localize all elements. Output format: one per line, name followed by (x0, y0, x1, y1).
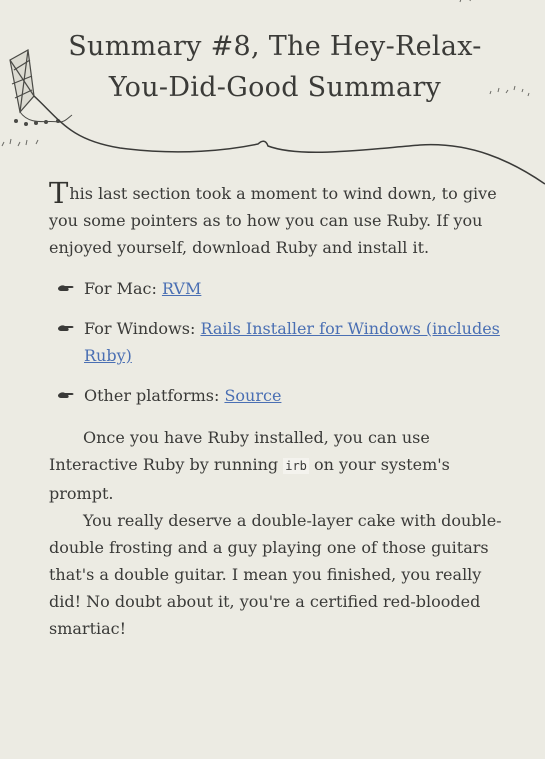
source-link[interactable]: Source (224, 386, 281, 405)
page: Summary #8, The Hey-Relax- You-Did-Good … (0, 0, 545, 759)
closing-text: You really deserve a double-layer cake w… (49, 511, 502, 638)
irb-paragraph: Once you have Ruby installed, you can us… (49, 424, 509, 507)
rvm-link[interactable]: RVM (162, 279, 201, 298)
windows-label: For Windows: (84, 319, 201, 338)
title-line-2: You-Did-Good Summary (108, 72, 442, 103)
list-item-mac: For Mac: RVM (49, 275, 509, 302)
mac-label: For Mac: (84, 279, 162, 298)
list-item-windows: For Windows: Rails Installer for Windows… (49, 315, 509, 369)
main-content: This last section took a moment to wind … (49, 179, 509, 642)
download-links-list: For Mac: RVM For Windows: Rails Installe… (49, 275, 509, 409)
title-line-1: Summary #8, The Hey-Relax- (68, 31, 482, 62)
pointing-hand-icon (58, 392, 74, 398)
list-item-other: Other platforms: Source (49, 382, 509, 409)
page-title: Summary #8, The Hey-Relax- You-Did-Good … (60, 26, 490, 108)
pointing-hand-icon (58, 325, 74, 331)
pointing-hand-icon (58, 285, 74, 291)
closing-paragraph: You really deserve a double-layer cake w… (49, 507, 509, 642)
intro-paragraph: This last section took a moment to wind … (49, 179, 509, 261)
intro-text: his last section took a moment to wind d… (49, 184, 497, 257)
irb-code: irb (283, 458, 309, 474)
other-platforms-label: Other platforms: (84, 386, 225, 405)
drop-cap: T (49, 176, 69, 210)
